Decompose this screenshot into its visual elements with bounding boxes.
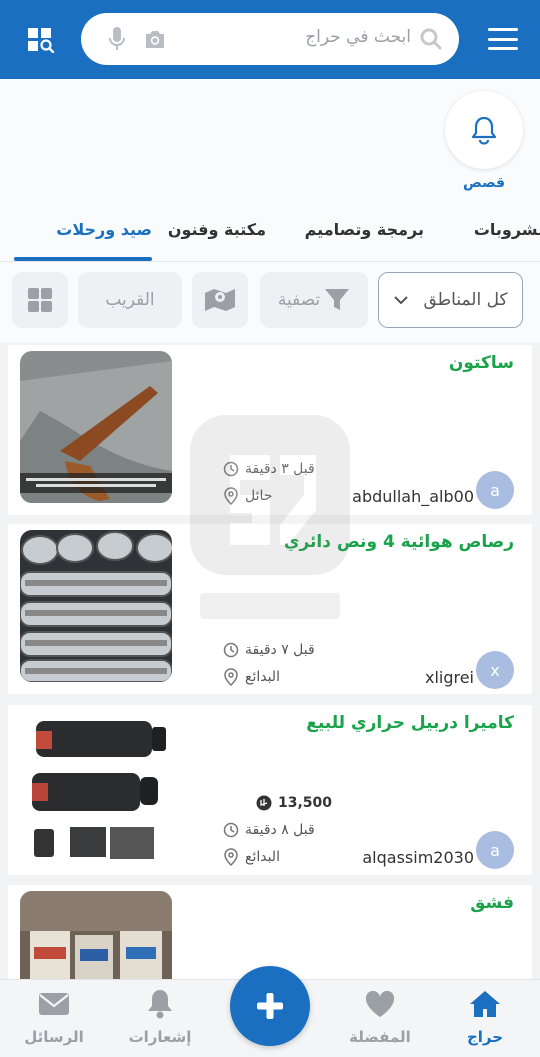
nearby-button[interactable]: القريب: [78, 272, 182, 328]
mic-icon[interactable]: [108, 26, 126, 52]
region-select[interactable]: كل المناطق: [378, 272, 523, 328]
listing-price: 13,500: [256, 795, 332, 811]
listing-username[interactable]: xligrei: [425, 668, 474, 687]
bell-icon: [148, 990, 172, 1019]
tab-programming-design[interactable]: برمجة وتصاميم: [305, 220, 424, 239]
nav-home[interactable]: حراج: [445, 988, 525, 1046]
active-tab-indicator: [14, 257, 152, 261]
chevron-down-icon: [394, 296, 409, 305]
nav-notifications[interactable]: إشعارات: [120, 988, 200, 1046]
listing-username[interactable]: alqassim2030: [362, 848, 474, 867]
nav-messages-label: الرسائل: [24, 1028, 84, 1046]
search-icon: [420, 28, 442, 50]
listing-location: البدائع: [223, 848, 280, 866]
listing-image[interactable]: [20, 530, 172, 682]
tab-drinks[interactable]: مشروبات: [474, 220, 540, 239]
region-label: كل المناطق: [423, 290, 508, 310]
categories-search-icon[interactable]: [27, 27, 55, 53]
listing-location: البدائع: [223, 668, 280, 686]
map-icon: [205, 289, 235, 311]
category-tabs: صيد ورحلات مكتبة وفنون برمجة وتصاميم مشر…: [0, 205, 540, 262]
grid-view-button[interactable]: [12, 272, 68, 328]
heart-icon: [365, 990, 395, 1017]
listing-price-text: 13,500: [278, 795, 333, 811]
story-item[interactable]: قصص: [445, 91, 523, 191]
listing-location-text: حائل: [245, 488, 273, 504]
listing-location-text: البدائع: [245, 849, 280, 865]
story-label: قصص: [462, 175, 506, 191]
filter-button[interactable]: تصفية: [260, 272, 368, 328]
menu-icon[interactable]: [488, 26, 518, 52]
filter-icon: [325, 289, 350, 310]
location-pin-icon: [224, 487, 238, 505]
nav-favorites[interactable]: المفضلة: [340, 988, 420, 1046]
listing-card[interactable]: رصاص هوائية 4 ونص دائري قبل ٧ دقيقة البد…: [8, 524, 532, 694]
nav-home-label: حراج: [466, 1028, 504, 1046]
plus-icon: [257, 993, 283, 1019]
listing-time: قبل ٨ دقيقة: [223, 822, 315, 838]
listing-time-text: قبل ٨ دقيقة: [245, 822, 315, 838]
listing-time-text: قبل ٣ دقيقة: [245, 461, 315, 477]
home-icon: [470, 991, 500, 1017]
listing-time: قبل ٧ دقيقة: [223, 642, 315, 658]
avatar[interactable]: a: [476, 471, 514, 509]
location-pin-icon: [224, 848, 238, 866]
listing-time-text: قبل ٧ دقيقة: [245, 642, 315, 658]
story-circle[interactable]: [445, 91, 523, 169]
riyal-icon: [256, 795, 272, 811]
listing-location-text: البدائع: [245, 669, 280, 685]
listing-card[interactable]: ساكتون قبل ٣ دقيقة حائل abdullah_alb00 a: [8, 345, 532, 515]
listing-image[interactable]: [20, 711, 172, 863]
filter-label: تصفية: [277, 290, 321, 310]
listing-title[interactable]: فشق: [470, 893, 514, 913]
add-listing-button[interactable]: [230, 966, 310, 1046]
listing-username[interactable]: abdullah_alb00: [352, 487, 474, 506]
nav-messages[interactable]: الرسائل: [14, 988, 94, 1046]
filter-bar: كل المناطق تصفية القريب: [0, 262, 540, 342]
search-bar[interactable]: ابحث في حراج: [81, 13, 459, 65]
stories-bar: قصص: [0, 79, 540, 205]
listing-title[interactable]: رصاص هوائية 4 ونص دائري: [284, 532, 514, 552]
avatar[interactable]: x: [476, 651, 514, 689]
nav-notifications-label: إشعارات: [128, 1028, 192, 1046]
envelope-icon: [39, 993, 69, 1015]
top-bar: ابحث في حراج: [0, 0, 540, 79]
listing-time: قبل ٣ دقيقة: [223, 461, 315, 477]
clock-icon: [223, 822, 239, 838]
avatar[interactable]: a: [476, 831, 514, 869]
listing-image[interactable]: [20, 351, 172, 503]
bell-icon: [471, 116, 497, 145]
map-button[interactable]: [192, 272, 248, 328]
listing-location: حائل: [223, 487, 272, 505]
clock-icon: [223, 642, 239, 658]
listing-card[interactable]: كاميرا دربيل حراري للبيع 13,500 قبل ٨ دق…: [8, 705, 532, 875]
listing-title[interactable]: كاميرا دربيل حراري للبيع: [306, 713, 514, 733]
nearby-label: القريب: [105, 290, 155, 310]
camera-icon[interactable]: [143, 28, 167, 50]
nav-favorites-label: المفضلة: [349, 1028, 411, 1046]
listing-title[interactable]: ساكتون: [449, 353, 514, 373]
grid-view-icon: [28, 288, 52, 312]
tab-library-arts[interactable]: مكتبة وفنون: [168, 220, 266, 239]
location-pin-icon: [224, 668, 238, 686]
clock-icon: [223, 461, 239, 477]
search-input[interactable]: ابحث في حراج: [305, 27, 411, 47]
tab-hunting-trips[interactable]: صيد ورحلات: [56, 220, 152, 239]
